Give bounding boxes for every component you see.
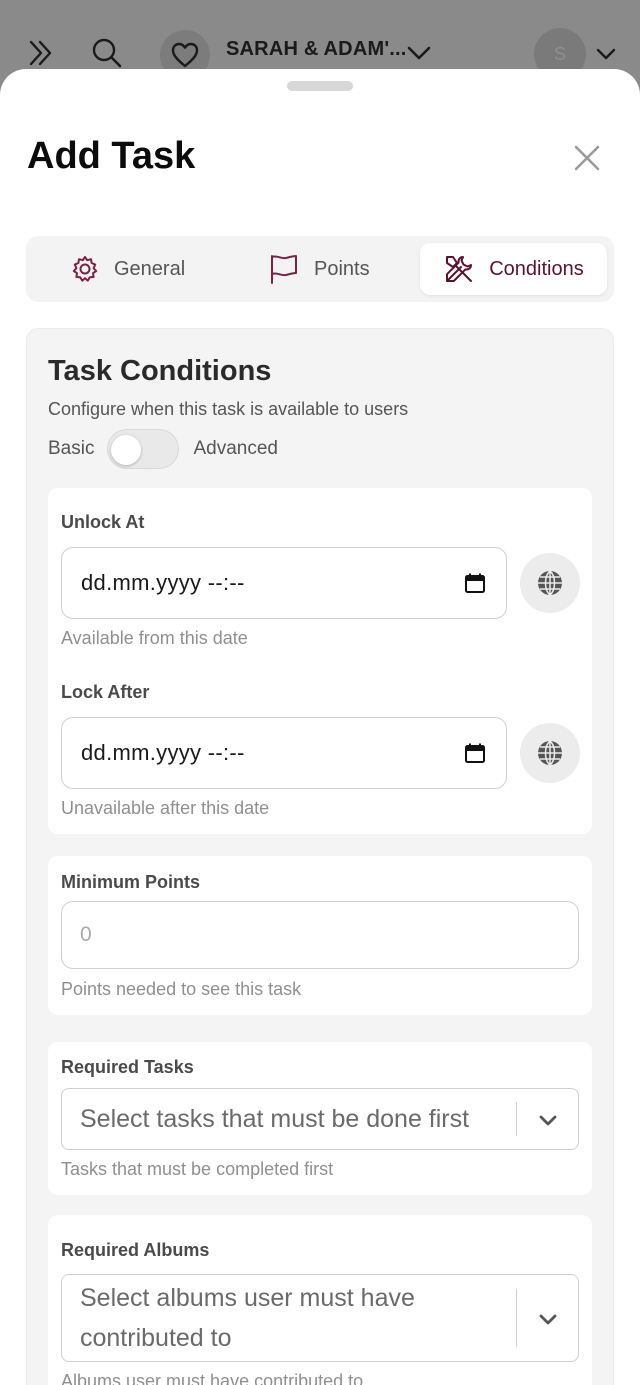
- min-points-card: Minimum Points 0 Points needed to see th…: [48, 856, 592, 1015]
- required-tasks-helper: Tasks that must be completed first: [61, 1159, 334, 1179]
- chevron-down-icon[interactable]: [536, 1307, 560, 1331]
- gear-icon: [72, 256, 98, 282]
- required-tasks-select[interactable]: Select tasks that must be done first: [61, 1088, 579, 1150]
- lock-timezone-button[interactable]: [520, 723, 580, 783]
- dates-card: Unlock At dd.mm.yyyy --:-- Available fro…: [48, 488, 592, 834]
- select-separator: [516, 1102, 517, 1136]
- chevron-down-icon[interactable]: [404, 38, 434, 68]
- close-icon: [574, 145, 600, 171]
- add-task-sheet: Add Task General Points Conditions Task …: [0, 69, 640, 1385]
- drag-handle[interactable]: [287, 81, 353, 91]
- required-albums-label: Required Albums: [61, 1240, 210, 1260]
- min-points-input[interactable]: 0: [61, 901, 579, 969]
- flag-icon: [271, 255, 297, 284]
- min-points-label: Minimum Points: [61, 872, 200, 892]
- toggle-advanced-label: Advanced: [193, 438, 278, 459]
- globe-icon: [538, 740, 562, 766]
- required-albums-placeholder-line2: contributed to: [80, 1324, 232, 1352]
- chevron-down-icon[interactable]: [536, 1108, 560, 1132]
- lock-after-label: Lock After: [61, 682, 150, 702]
- required-albums-card: Required Albums Select albums user must …: [48, 1215, 592, 1385]
- tab-general-label: General: [114, 257, 186, 280]
- required-albums-placeholder-line1: Select albums user must have: [80, 1284, 415, 1312]
- mode-switch[interactable]: [107, 429, 180, 469]
- family-title[interactable]: SARAH & ADAM'...: [226, 38, 407, 61]
- tab-bar: General Points Conditions: [26, 236, 614, 302]
- unlock-at-label: Unlock At: [61, 512, 145, 532]
- conditions-panel: Task Conditions Configure when this task…: [26, 328, 614, 1385]
- unlock-at-input[interactable]: dd.mm.yyyy --:--: [61, 547, 507, 619]
- tab-points-label: Points: [314, 257, 370, 280]
- tab-conditions[interactable]: Conditions: [420, 243, 607, 295]
- mode-toggle-row: Basic Advanced: [48, 429, 278, 469]
- toggle-basic-label: Basic: [48, 438, 95, 459]
- calendar-icon[interactable]: [464, 742, 486, 764]
- panel-subtitle: Configure when this task is available to…: [48, 399, 409, 419]
- lock-after-value: dd.mm.yyyy --:--: [81, 740, 245, 765]
- required-tasks-label: Required Tasks: [61, 1057, 194, 1077]
- tab-points[interactable]: Points: [268, 243, 370, 295]
- select-separator: [516, 1289, 517, 1347]
- globe-icon: [538, 570, 562, 596]
- min-points-placeholder: 0: [80, 923, 92, 946]
- switch-knob: [111, 435, 142, 465]
- lock-after-input[interactable]: dd.mm.yyyy --:--: [61, 717, 507, 789]
- calendar-icon[interactable]: [464, 572, 486, 594]
- required-tasks-card: Required Tasks Select tasks that must be…: [48, 1042, 592, 1195]
- required-tasks-placeholder: Select tasks that must be done first: [80, 1105, 470, 1133]
- required-albums-helper: Albums user must have contributed to: [61, 1371, 364, 1385]
- unlock-at-value: dd.mm.yyyy --:--: [81, 570, 245, 595]
- tools-icon: [446, 256, 473, 282]
- required-albums-select[interactable]: Select albums user must have contributed…: [61, 1274, 579, 1362]
- min-points-helper: Points needed to see this task: [61, 979, 302, 999]
- lock-after-helper: Unavailable after this date: [61, 798, 270, 818]
- unlock-at-helper: Available from this date: [61, 628, 248, 648]
- chevron-down-icon[interactable]: [592, 40, 620, 68]
- unlock-timezone-button[interactable]: [520, 553, 580, 613]
- search-icon[interactable]: [88, 34, 126, 72]
- tab-general[interactable]: General: [70, 243, 185, 295]
- tab-conditions-label: Conditions: [489, 257, 584, 280]
- sheet-title: Add Task: [27, 135, 196, 177]
- panel-title: Task Conditions: [48, 355, 272, 387]
- close-button[interactable]: [566, 137, 608, 179]
- double-chevron-right-icon[interactable]: [22, 34, 60, 72]
